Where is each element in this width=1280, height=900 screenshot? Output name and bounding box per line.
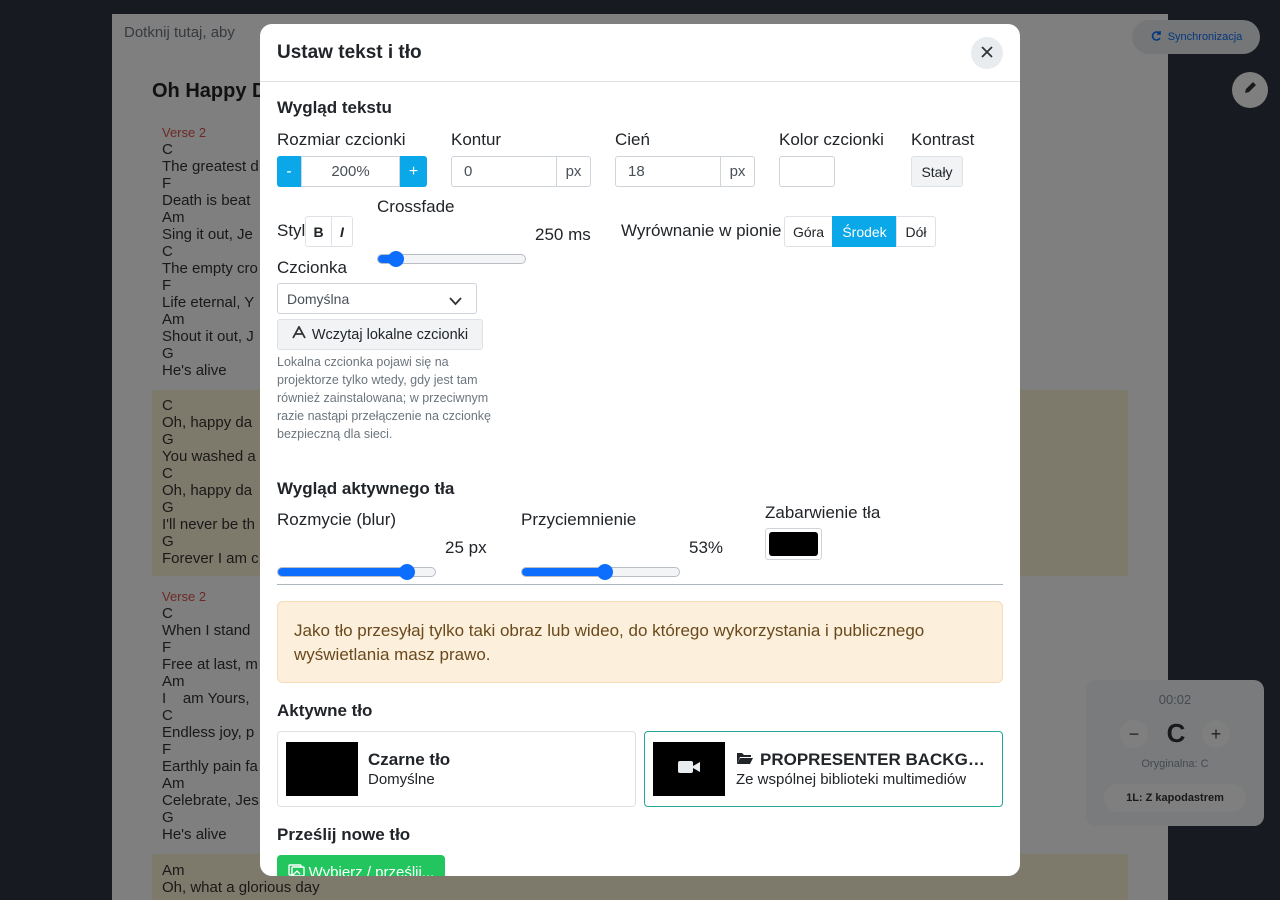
crossfade-slider-thumb[interactable]: [387, 251, 404, 267]
video-camera-icon: [677, 759, 701, 780]
font-color-label: Kolor czcionki: [779, 130, 884, 149]
dim-slider-fill: [522, 568, 606, 576]
folder-open-icon: [736, 750, 754, 770]
rights-warning: Jako tło przesyłaj tylko taki obraz lub …: [277, 601, 1003, 683]
tint-color-picker[interactable]: [765, 528, 822, 560]
section-divider: [277, 584, 1003, 585]
outline-field[interactable]: 0: [451, 156, 557, 187]
tint-label: Zabarwienie tła: [765, 503, 881, 522]
font-color-picker[interactable]: [779, 156, 835, 187]
font-icon: [292, 325, 306, 343]
outline-unit: px: [556, 156, 591, 187]
load-local-fonts-button[interactable]: Wczytaj lokalne czcionki: [277, 319, 483, 350]
background-card-black[interactable]: Czarne tło Domyślne: [277, 731, 636, 807]
dim-slider-thumb[interactable]: [597, 564, 614, 580]
bold-button[interactable]: B: [305, 216, 332, 247]
active-background-heading: Aktywne tło: [277, 701, 373, 720]
images-icon: [287, 863, 305, 876]
blur-slider-fill: [278, 568, 407, 576]
shadow-label: Cień: [615, 130, 650, 149]
dim-label: Przyciemnienie: [521, 510, 637, 529]
dim-value: 53%: [689, 538, 724, 557]
shadow-field[interactable]: 18: [615, 156, 721, 187]
modal-body[interactable]: Wygląd tekstu Rozmiar czcionki - 200% + …: [260, 83, 1020, 876]
card-title: Czarne tło: [368, 750, 451, 769]
font-help-text: Lokalna czcionka pojawi się na projektor…: [277, 355, 492, 441]
load-local-fonts-label: Wczytaj lokalne czcionki: [311, 326, 469, 343]
blur-label: Rozmycie (blur): [277, 510, 397, 529]
font-select[interactable]: Domyślna: [277, 283, 477, 314]
black-thumbnail: [286, 742, 358, 796]
background-appearance-heading: Wygląd aktywnego tła: [277, 479, 455, 498]
contrast-button[interactable]: Stały: [911, 156, 963, 187]
italic-button[interactable]: I: [331, 216, 353, 247]
modal-header: Ustaw tekst i tło: [260, 24, 1020, 82]
align-middle-button[interactable]: Środek: [832, 216, 897, 247]
card-title: PROPRESENTER BACKGROUNDS: [760, 750, 988, 769]
outline-label: Kontur: [451, 130, 502, 149]
font-size-label: Rozmiar czcionki: [277, 130, 406, 149]
upload-button-label: Wybierz / prześlij...: [308, 863, 435, 877]
card-subtitle: Ze wspólnej biblioteki multimediów: [736, 771, 967, 788]
blur-slider[interactable]: [277, 564, 436, 580]
dim-slider[interactable]: [521, 564, 680, 580]
vertical-align-label: Wyrównanie w pionie: [621, 221, 782, 240]
align-bottom-button[interactable]: Dół: [896, 216, 936, 247]
upload-background-button[interactable]: Wybierz / prześlij...: [277, 855, 445, 876]
blur-value: 25 px: [445, 538, 487, 557]
card-title-row: PROPRESENTER BACKGROUNDS: [736, 750, 988, 770]
font-size-field[interactable]: 200%: [301, 156, 400, 187]
text-background-modal: Ustaw tekst i tło Wygląd tekstu Rozmiar …: [260, 24, 1020, 876]
font-size-decrease-button[interactable]: -: [277, 156, 301, 187]
close-button[interactable]: [971, 37, 1003, 69]
upload-heading: Prześlij nowe tło: [277, 825, 411, 844]
crossfade-value: 250 ms: [535, 225, 591, 244]
align-top-button[interactable]: Góra: [784, 216, 833, 247]
font-select-value: Domyślna: [287, 290, 350, 307]
blur-slider-thumb[interactable]: [398, 564, 415, 580]
contrast-label: Kontrast: [911, 130, 975, 149]
shadow-unit: px: [720, 156, 755, 187]
style-label: Styl: [277, 221, 306, 240]
card-subtitle: Domyślne: [368, 771, 435, 788]
crossfade-label: Crossfade: [377, 197, 455, 216]
tint-color-swatch: [769, 532, 818, 556]
modal-title: Ustaw tekst i tło: [277, 42, 422, 63]
video-thumbnail: [653, 742, 725, 796]
text-appearance-heading: Wygląd tekstu: [277, 98, 392, 117]
close-icon: [981, 45, 993, 61]
font-size-increase-button[interactable]: +: [400, 156, 427, 187]
font-label: Czcionka: [277, 258, 347, 277]
crossfade-slider[interactable]: [377, 251, 526, 267]
background-card-propresenter[interactable]: PROPRESENTER BACKGROUNDS Ze wspólnej bib…: [644, 731, 1003, 807]
chevron-down-icon: [449, 293, 462, 309]
